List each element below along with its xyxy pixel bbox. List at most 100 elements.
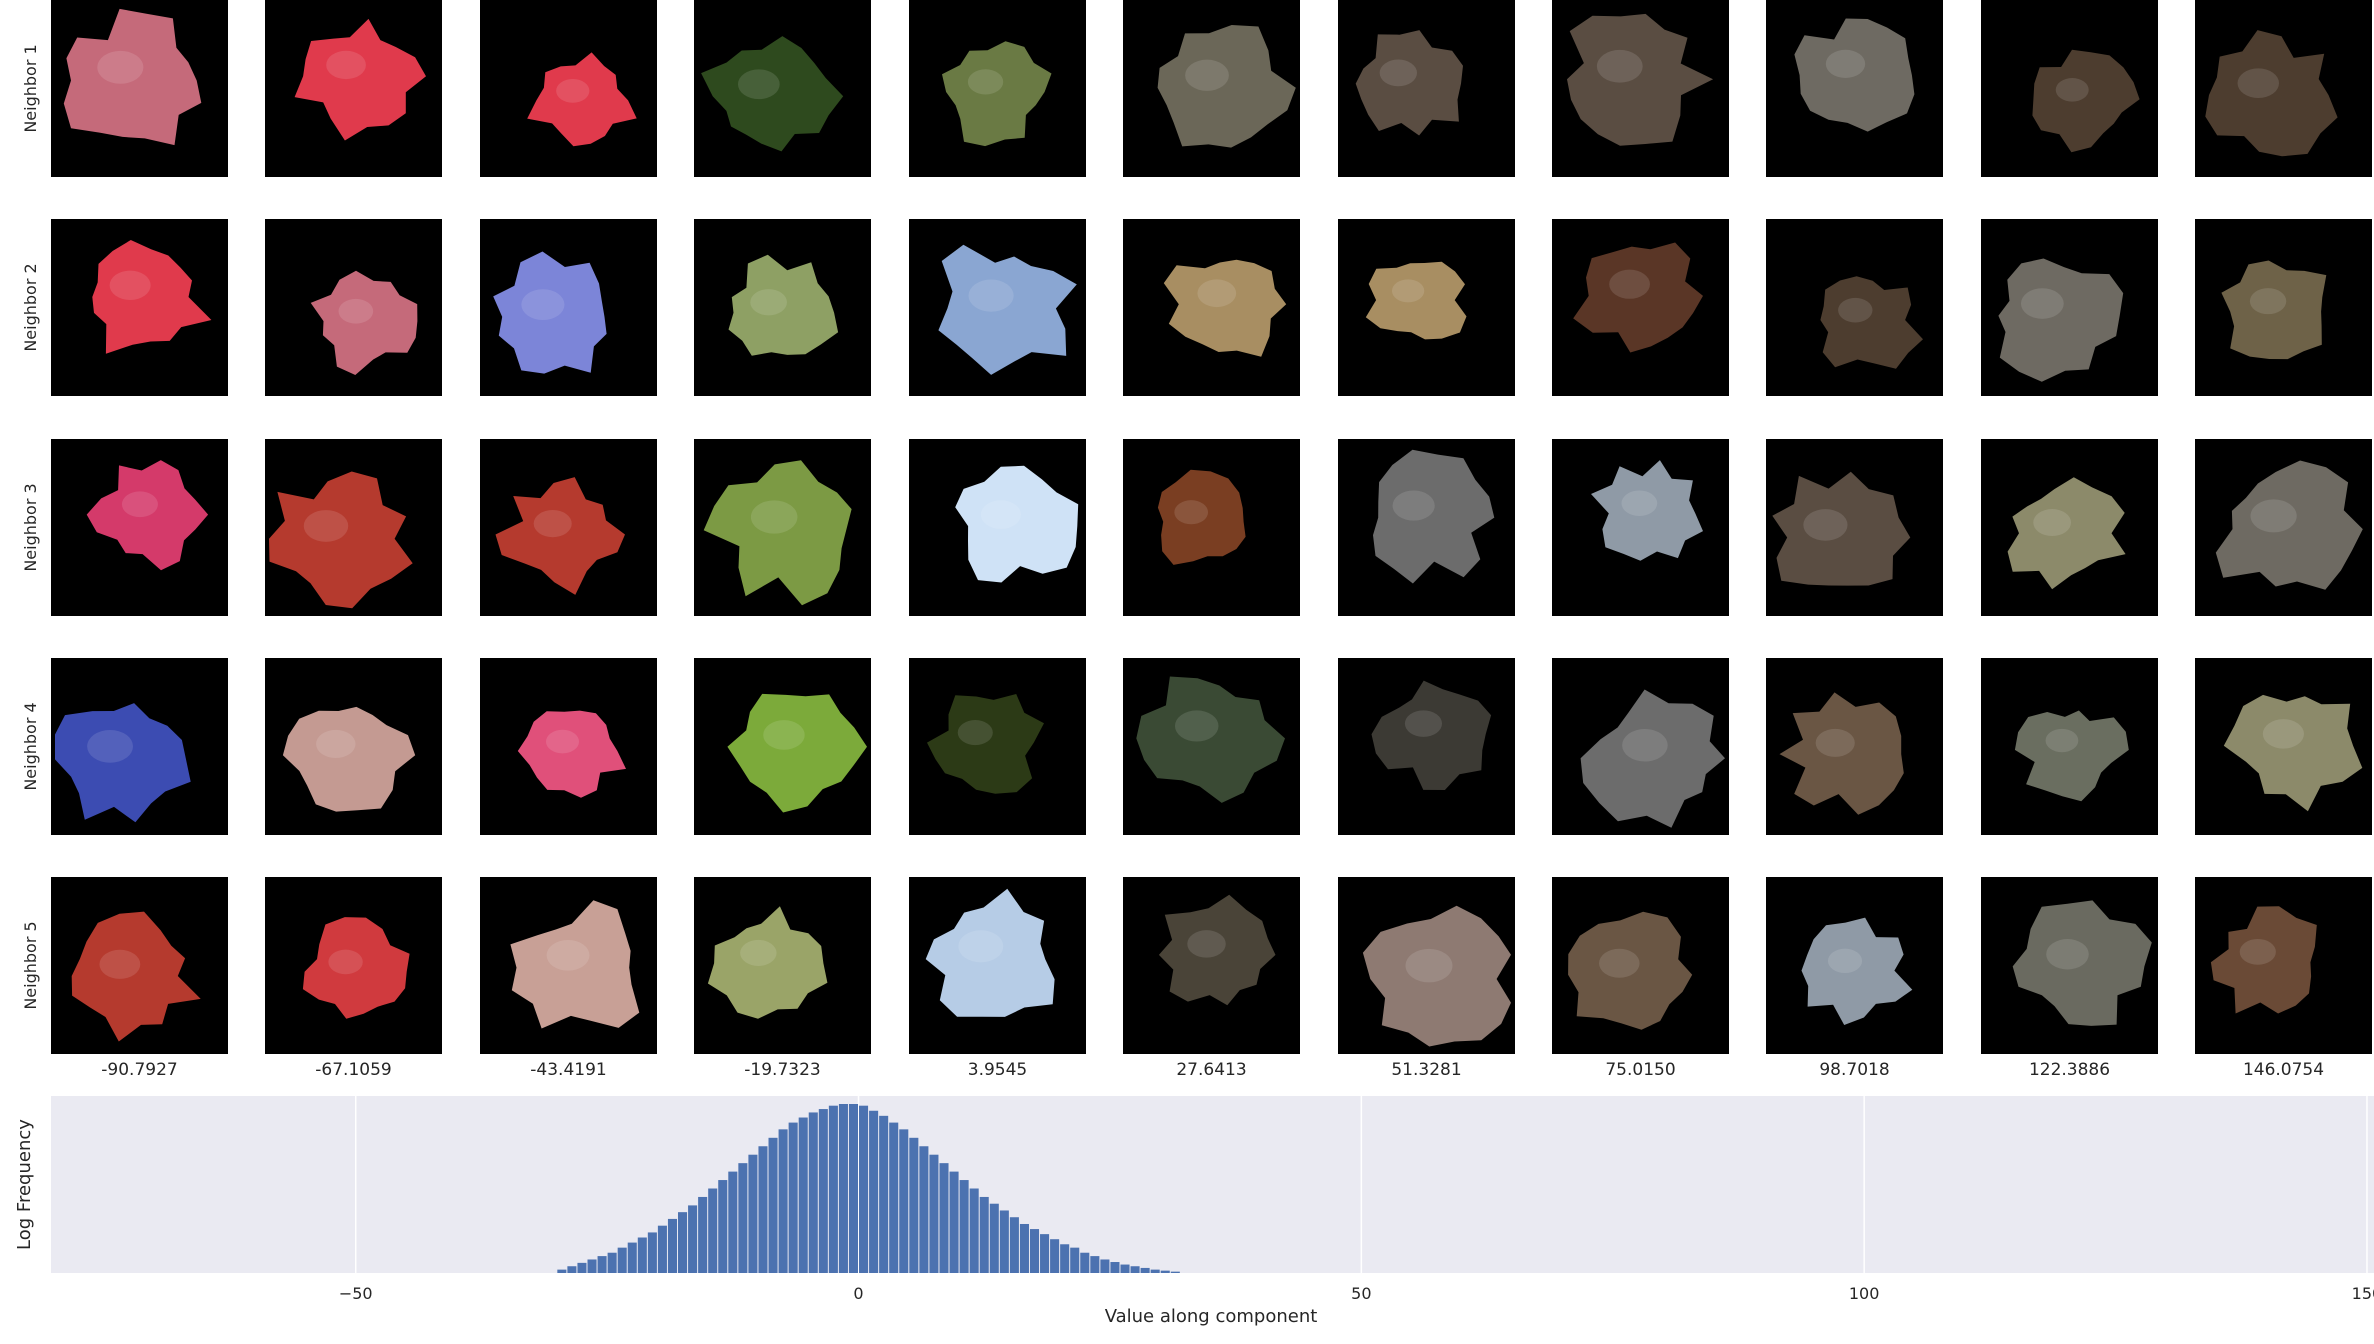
row-label: Neighbor 1 bbox=[21, 44, 40, 132]
neighbor-image-tile bbox=[1123, 219, 1300, 396]
histogram-bar bbox=[708, 1188, 718, 1273]
neighbor-image-tile bbox=[1552, 0, 1729, 177]
neighbor-image-tile bbox=[51, 0, 228, 177]
neighbor-image-tile bbox=[1552, 877, 1729, 1054]
histogram-bar bbox=[1140, 1267, 1150, 1273]
neighbor-image-tile bbox=[480, 439, 657, 616]
histogram-bar bbox=[919, 1146, 929, 1273]
neighbor-image-tile bbox=[1338, 219, 1515, 396]
histogram-bar bbox=[959, 1180, 969, 1273]
histogram-bar bbox=[627, 1242, 637, 1273]
neighbor-image-tile bbox=[2195, 877, 2372, 1054]
histogram-bar bbox=[1019, 1223, 1029, 1273]
row-label: Neighbor 3 bbox=[21, 483, 40, 571]
column-value-label: 146.0754 bbox=[2243, 1060, 2324, 1080]
histogram-bar bbox=[778, 1129, 788, 1273]
histogram-bar bbox=[848, 1104, 859, 1273]
histogram-bar bbox=[939, 1163, 949, 1273]
x-tick-label: 100 bbox=[1849, 1284, 1880, 1303]
column-value-label: 98.7018 bbox=[1819, 1060, 1889, 1080]
neighbor-image-tile bbox=[1981, 219, 2158, 396]
neighbor-image-tile bbox=[480, 219, 657, 396]
column-value-label: 51.3281 bbox=[1391, 1060, 1461, 1080]
histogram-bar bbox=[969, 1188, 979, 1273]
histogram-bar bbox=[1029, 1229, 1040, 1273]
neighbor-image-tile bbox=[1981, 658, 2158, 835]
histogram-bar bbox=[1160, 1270, 1170, 1273]
neighbor-image-tile bbox=[51, 219, 228, 396]
figure: Neighbor 1 Neighbor 2 Neighbor 3 Neighbor 4… bbox=[14, 0, 2374, 1327]
neighbor-image-tile bbox=[694, 219, 871, 396]
histogram-bar bbox=[647, 1232, 657, 1273]
histogram-bar bbox=[798, 1117, 808, 1273]
neighbor-image-tile bbox=[1766, 877, 1943, 1054]
neighbor-image-tile bbox=[2195, 658, 2372, 835]
histogram-bar bbox=[808, 1112, 818, 1273]
histogram-bar bbox=[869, 1110, 879, 1273]
histogram-bar bbox=[728, 1171, 738, 1273]
histogram-bar bbox=[1130, 1266, 1140, 1273]
histogram-bar bbox=[718, 1180, 728, 1273]
histogram-bar bbox=[929, 1154, 939, 1273]
y-axis-label: Log Frequency bbox=[14, 1119, 35, 1250]
neighbor-image-tile bbox=[1981, 877, 2158, 1054]
histogram-bar bbox=[637, 1237, 647, 1273]
neighbor-image-tile bbox=[694, 658, 871, 835]
neighbor-image-tile bbox=[1338, 877, 1515, 1054]
neighbor-image-tile bbox=[1338, 658, 1515, 835]
histogram-bar bbox=[1170, 1271, 1180, 1273]
column-value-label: 27.6413 bbox=[1176, 1060, 1246, 1080]
histogram-bar bbox=[859, 1105, 869, 1273]
neighbor-image-tile bbox=[909, 658, 1086, 835]
histogram-bar bbox=[657, 1225, 667, 1273]
neighbor-image-tile bbox=[1981, 0, 2158, 177]
histogram-bar bbox=[818, 1109, 828, 1273]
neighbor-image-grid: Neighbor 1 Neighbor 2 Neighbor 3 Neighbor 4… bbox=[21, 0, 2372, 1080]
neighbor-image-tile bbox=[1552, 219, 1729, 396]
histogram-bar bbox=[1120, 1264, 1130, 1273]
x-tick-label: 0 bbox=[853, 1284, 863, 1303]
histogram-bar bbox=[567, 1266, 577, 1273]
histogram-bar bbox=[1070, 1247, 1080, 1273]
neighbor-image-tile bbox=[265, 0, 442, 177]
x-tick-label: −50 bbox=[339, 1284, 373, 1303]
neighbor-image-tile bbox=[1123, 439, 1300, 616]
histogram-bar bbox=[1050, 1239, 1060, 1273]
column-value-label: -19.7323 bbox=[744, 1060, 820, 1080]
neighbor-image-tile bbox=[1766, 658, 1943, 835]
neighbor-image-tile bbox=[1552, 658, 1729, 835]
histogram: −50 0 50 100 150 Value along component Log Fre… bbox=[14, 1096, 2374, 1327]
histogram-bar bbox=[1110, 1262, 1120, 1273]
histogram-bar bbox=[788, 1122, 798, 1273]
neighbor-image-tile bbox=[480, 877, 657, 1054]
histogram-bar bbox=[688, 1205, 698, 1273]
histogram-bar bbox=[909, 1137, 919, 1273]
neighbor-image-tile bbox=[694, 877, 871, 1054]
neighbor-image-tile bbox=[1338, 0, 1515, 177]
histogram-bar bbox=[838, 1104, 848, 1273]
histogram-bar bbox=[557, 1269, 567, 1273]
neighbor-image-tile bbox=[265, 219, 442, 396]
neighbor-image-tile bbox=[1123, 877, 1300, 1054]
row-label: Neighbor 5 bbox=[21, 921, 40, 1009]
histogram-bar bbox=[1100, 1259, 1110, 1273]
histogram-bar bbox=[1060, 1244, 1070, 1273]
histogram-bar bbox=[999, 1210, 1009, 1273]
histogram-bar bbox=[989, 1203, 999, 1273]
x-axis-label: Value along component bbox=[1105, 1306, 1318, 1327]
neighbor-image-tile bbox=[265, 658, 442, 835]
row-label: Neighbor 2 bbox=[21, 263, 40, 351]
neighbor-image-tile bbox=[1766, 439, 1943, 616]
neighbor-image-tile bbox=[1766, 219, 1943, 396]
column-value-label: 122.3886 bbox=[2029, 1060, 2110, 1080]
histogram-bar bbox=[758, 1146, 768, 1273]
histogram-bar bbox=[1040, 1234, 1050, 1273]
column-value-label: -43.4191 bbox=[530, 1060, 606, 1080]
column-value-label: -67.1059 bbox=[315, 1060, 391, 1080]
histogram-bar bbox=[738, 1163, 748, 1273]
histogram-bar bbox=[1009, 1217, 1019, 1273]
histogram-bar bbox=[949, 1171, 959, 1273]
column-value-label: 3.9545 bbox=[968, 1060, 1027, 1080]
neighbor-image-tile bbox=[694, 0, 871, 177]
neighbor-image-tile bbox=[2195, 219, 2372, 396]
